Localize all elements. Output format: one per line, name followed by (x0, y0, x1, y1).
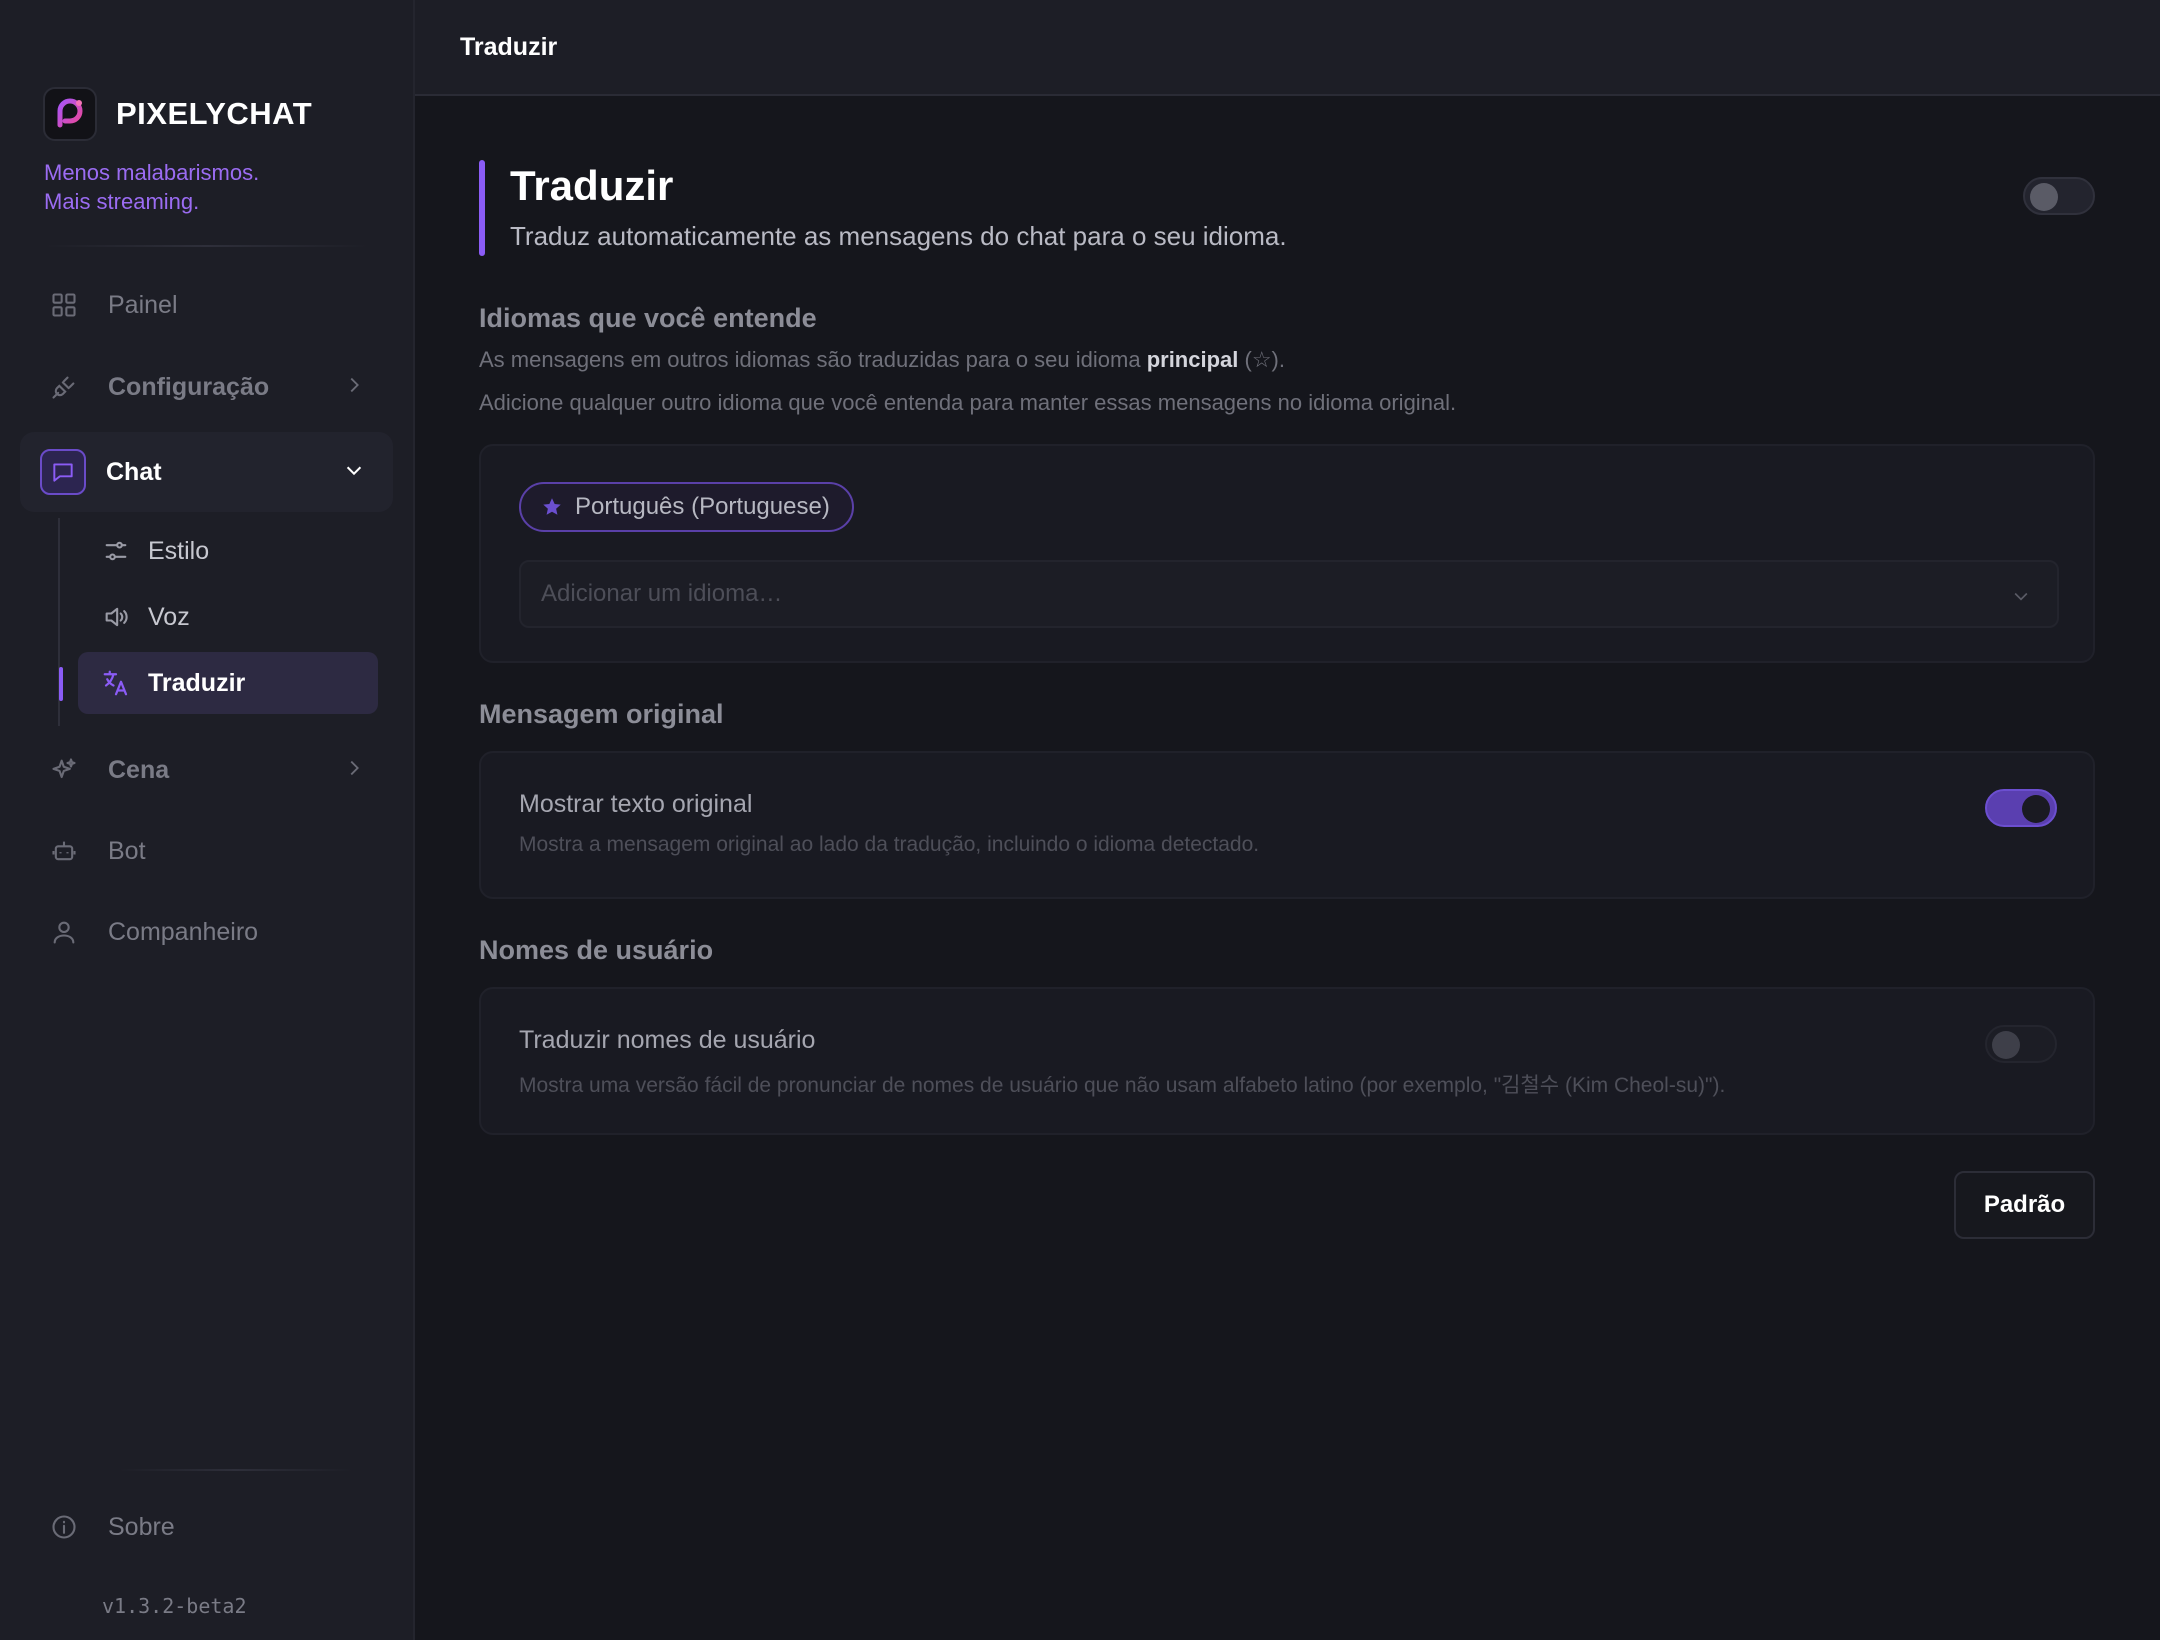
original-message-section-title: Mensagem original (479, 699, 724, 729)
languages-desc-bold: principal (1146, 347, 1239, 372)
sliders-icon (100, 535, 132, 567)
sidebar-item-label: Sobre (108, 1512, 175, 1541)
sidebar-item-bot[interactable]: Bot (20, 811, 393, 891)
sidebar-item-label: Companheiro (108, 917, 259, 946)
chat-bubble-icon (40, 449, 86, 495)
sidebar-subitem-traduzir[interactable]: Traduzir (78, 652, 378, 714)
main-content: Traduzir Traduzir Traduz automaticamente… (415, 0, 2160, 1640)
translate-usernames-toggle[interactable] (1985, 1025, 2057, 1063)
default-button[interactable]: Padrão (1954, 1171, 2095, 1239)
chevron-right-icon (343, 757, 365, 784)
chevron-down-icon (343, 459, 365, 486)
language-chip-label: Português (Portuguese) (575, 493, 830, 520)
sidebar-item-label: Chat (106, 457, 162, 486)
languages-description-1: As mensagens em outros idiomas são tradu… (479, 347, 1285, 373)
languages-card: Português (Portuguese) Adicionar um idio… (479, 444, 2095, 663)
original-message-card: Mostrar texto original Mostra a mensagem… (479, 751, 2095, 899)
page-header: Traduzir Traduz automaticamente as mensa… (479, 160, 2061, 256)
sidebar-item-companheiro[interactable]: Companheiro (20, 892, 393, 972)
translate-usernames-description: Mostra uma versão fácil de pronunciar de… (519, 1074, 1726, 1097)
usernames-card: Traduzir nomes de usuário Mostra uma ver… (479, 987, 2095, 1135)
languages-description-2: Adicione qualquer outro idioma que você … (479, 390, 1457, 415)
star-icon (541, 496, 563, 518)
translate-enable-toggle[interactable] (2023, 177, 2095, 215)
translate-usernames-title: Traduzir nomes de usuário (519, 1026, 816, 1054)
sidebar-subitem-label: Estilo (148, 536, 210, 565)
sidebar-item-label: Bot (108, 836, 146, 865)
header-accent-bar (479, 160, 485, 256)
sidebar-item-label: Cena (108, 755, 170, 784)
translate-icon (100, 667, 132, 699)
sidebar-item-chat[interactable]: Chat (20, 432, 393, 512)
add-language-placeholder: Adicionar um idioma… (541, 580, 783, 607)
toggle-knob (2030, 183, 2058, 211)
sidebar-item-sobre[interactable]: Sobre (20, 1487, 393, 1567)
usernames-section-title: Nomes de usuário (479, 935, 714, 965)
add-language-select[interactable]: Adicionar um idioma… (519, 560, 2059, 628)
topbar: Traduzir (415, 0, 2160, 96)
sidebar-subitem-label: Traduzir (148, 668, 246, 697)
user-icon (40, 908, 88, 956)
sidebar-item-configuracao[interactable]: Configuração (20, 347, 393, 427)
sidebar-subitem-voz[interactable]: Voz (78, 586, 378, 648)
chevron-right-icon (343, 374, 365, 401)
show-original-title: Mostrar texto original (519, 790, 753, 818)
languages-desc-suffix: (☆). (1238, 347, 1285, 372)
sidebar-divider (118, 1469, 353, 1471)
sidebar: PIXELYCHAT Menos malabarismos. Mais stre… (0, 0, 415, 1640)
robot-icon (40, 827, 88, 875)
app-window: PIXELYCHAT Menos malabarismos. Mais stre… (0, 0, 2160, 1640)
pixelychat-logo-icon (43, 87, 97, 141)
active-indicator (59, 667, 63, 701)
show-original-description: Mostra a mensagem original ao lado da tr… (519, 833, 1260, 856)
sparkles-icon (40, 746, 88, 794)
tagline-line-1: Menos malabarismos. (44, 160, 260, 185)
brand[interactable]: PIXELYCHAT (43, 87, 312, 141)
sidebar-item-cena[interactable]: Cena (20, 730, 393, 810)
speaker-icon (100, 601, 132, 633)
sidebar-item-label: Configuração (108, 372, 270, 401)
chevron-down-icon (2011, 586, 2031, 611)
page-title: Traduzir (510, 162, 674, 209)
page-description: Traduz automaticamente as mensagens do c… (510, 221, 1287, 251)
sidebar-item-painel[interactable]: Painel (20, 265, 393, 345)
app-version: v1.3.2-beta2 (102, 1594, 247, 1618)
sidebar-subitem-estilo[interactable]: Estilo (78, 520, 378, 582)
app-name: PIXELYCHAT (116, 96, 313, 131)
tagline: Menos malabarismos. Mais streaming. (44, 158, 259, 216)
plug-icon (40, 363, 88, 411)
show-original-toggle[interactable] (1985, 789, 2057, 827)
topbar-title: Traduzir (460, 32, 558, 61)
info-icon (40, 1503, 88, 1551)
toggle-knob (2022, 795, 2050, 823)
language-chip-primary[interactable]: Português (Portuguese) (519, 482, 854, 532)
sidebar-divider (44, 245, 369, 247)
sidebar-subitem-label: Voz (148, 602, 190, 631)
languages-section-title: Idiomas que você entende (479, 303, 817, 333)
languages-desc-text: As mensagens em outros idiomas são tradu… (479, 347, 1147, 372)
toggle-knob (1992, 1031, 2020, 1059)
grid-icon (40, 281, 88, 329)
sidebar-item-label: Painel (108, 290, 178, 319)
tagline-line-2: Mais streaming. (44, 189, 200, 214)
